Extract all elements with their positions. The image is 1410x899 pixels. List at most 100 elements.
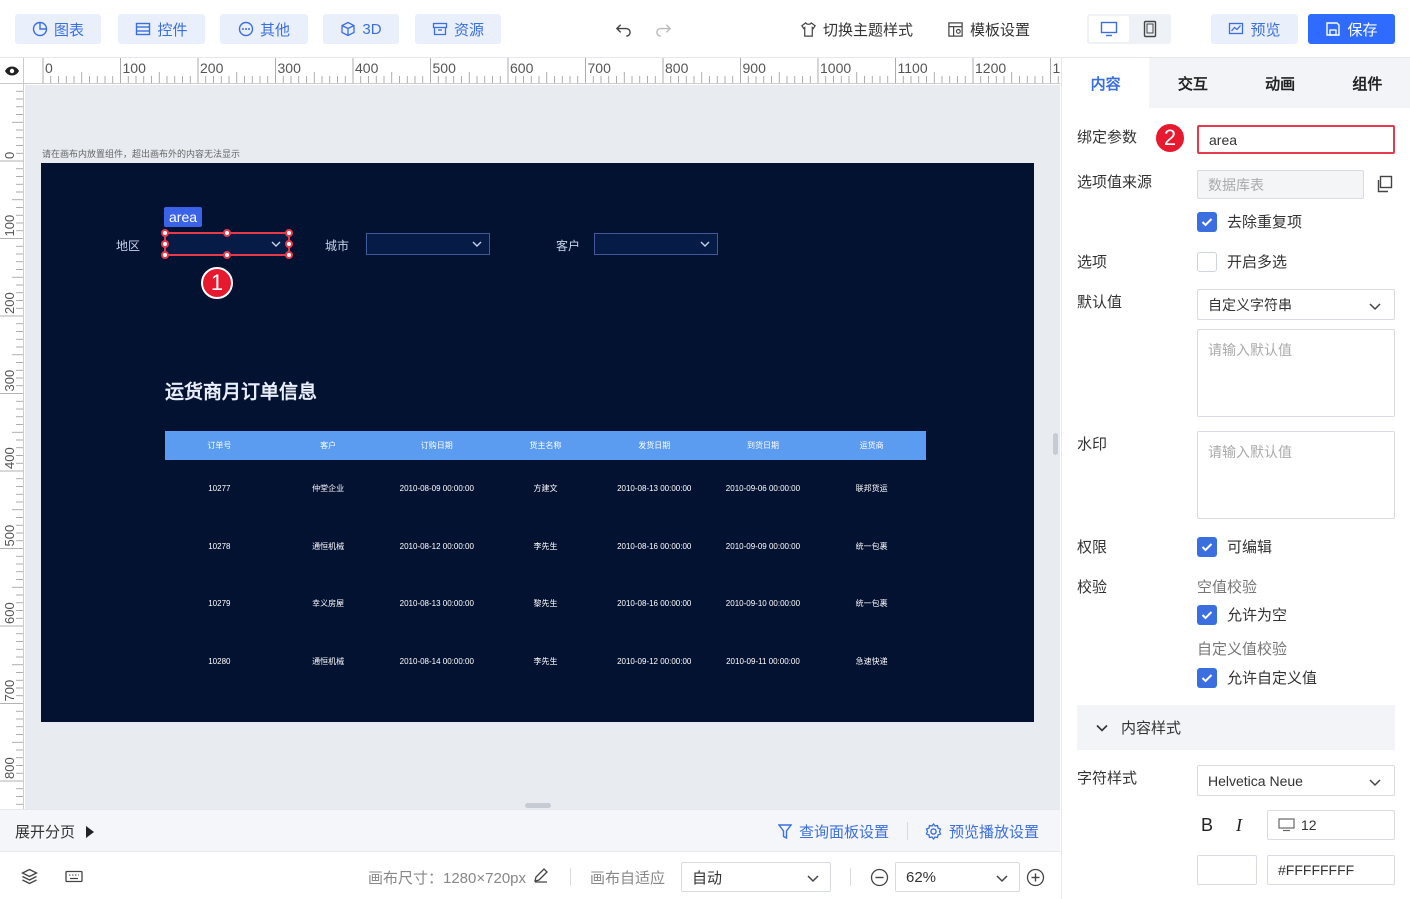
- canvas-adapt-value: 自动: [692, 869, 723, 887]
- vertical-scrollbar[interactable]: [1053, 433, 1058, 455]
- canvas-adapt-select[interactable]: 自动: [681, 862, 831, 892]
- tab-component[interactable]: 组件: [1324, 58, 1410, 108]
- table-cell: 统一包裹: [855, 599, 888, 609]
- desktop-view-button[interactable]: [1089, 16, 1129, 42]
- resize-handle-top-left[interactable]: [161, 229, 169, 237]
- ruler-tick-label: 300: [278, 60, 302, 76]
- table-cell: 2010-09-10 00:00:00: [725, 599, 801, 609]
- default-value-textarea[interactable]: 请输入默认值: [1197, 329, 1395, 417]
- horizontal-ruler: 0 100 200 300 400 500 600 700 800 900 1000 1100 1200…: [24, 58, 1060, 84]
- device-switch: [1087, 14, 1171, 44]
- table-header-cell: 运货商: [859, 441, 884, 450]
- resize-handle-bottom[interactable]: [223, 251, 231, 259]
- font-size-input[interactable]: 12: [1267, 810, 1395, 840]
- italic-button[interactable]: I: [1236, 815, 1242, 836]
- edit-canvas-size-button[interactable]: [533, 867, 549, 888]
- query-panel-settings-button[interactable]: 查询面板设置: [778, 821, 889, 842]
- dashboard-board[interactable]: 地区 area 1 城市 客户 运货商月订单信息 订单号 客户 订购日期 货主名…: [41, 163, 1034, 722]
- keyboard-icon: [65, 870, 83, 883]
- font-color-input[interactable]: #FFFFFFFF: [1267, 855, 1395, 885]
- table-cell: 2010-08-16 00:00:00: [617, 541, 692, 551]
- chevron-down-icon: [1369, 779, 1381, 787]
- default-type-select[interactable]: 自定义字符串: [1197, 289, 1395, 320]
- expand-pages-button[interactable]: 展开分页: [15, 821, 95, 842]
- ruler-tick-label: 800: [665, 60, 689, 76]
- multi-select-checkbox[interactable]: 开启多选: [1197, 251, 1287, 272]
- table-cell: 通恒机械: [312, 541, 345, 551]
- font-color-swatch[interactable]: [1197, 855, 1257, 885]
- resize-handle-left[interactable]: [161, 240, 169, 248]
- resize-handle-top[interactable]: [223, 229, 231, 237]
- city-filter-select[interactable]: [366, 233, 490, 255]
- table-cell: 2010-08-14 00:00:00: [399, 656, 474, 666]
- permission-label: 权限: [1077, 539, 1108, 556]
- layers-button[interactable]: [21, 868, 38, 890]
- 3d-button[interactable]: 3D: [323, 14, 399, 44]
- canvas-adapt-label: 画布自适应: [590, 870, 666, 887]
- keyboard-button[interactable]: [65, 870, 83, 888]
- copy-source-button[interactable]: [1375, 175, 1393, 198]
- option-source-input[interactable]: 数据库表: [1197, 170, 1364, 199]
- widget-button[interactable]: 控件: [118, 14, 205, 44]
- allow-empty-label: 允许为空: [1227, 607, 1288, 624]
- chart-button[interactable]: 图表: [15, 14, 101, 44]
- zoom-select[interactable]: 62%: [895, 862, 1020, 892]
- template-settings-button[interactable]: 模板设置: [947, 14, 1030, 44]
- customer-filter-select[interactable]: [594, 233, 718, 255]
- tab-interaction[interactable]: 交互: [1149, 58, 1236, 108]
- chevron-down-icon: [1096, 724, 1108, 732]
- zoom-out-button[interactable]: [870, 868, 889, 892]
- ruler-tick-label: 100: [2, 215, 17, 237]
- resize-handle-top-right[interactable]: [285, 229, 293, 237]
- ruler-tick-label: 100: [123, 60, 147, 76]
- other-button[interactable]: 其他: [220, 14, 308, 44]
- editable-checkbox[interactable]: 可编辑: [1197, 536, 1272, 557]
- switch-theme-button[interactable]: 切换主题样式: [800, 14, 913, 44]
- zoom-in-button[interactable]: [1026, 868, 1045, 892]
- gear-icon: [925, 823, 942, 840]
- table-cell: 黎先生: [533, 599, 558, 609]
- horizontal-scrollbar[interactable]: [525, 803, 551, 808]
- watermark-textarea[interactable]: 请输入默认值: [1197, 431, 1395, 519]
- table-cell: 方建文: [533, 484, 558, 494]
- font-family-select[interactable]: Helvetica Neue: [1197, 765, 1395, 796]
- order-table[interactable]: 订单号 客户 订购日期 货主名称 发货日期 到货日期 运货商 10277 仲堂企…: [165, 431, 926, 690]
- default-type-value: 自定义字符串: [1208, 296, 1292, 313]
- dedupe-checkbox[interactable]: 去除重复项: [1197, 211, 1302, 232]
- report-title: 运货商月订单信息: [165, 382, 318, 403]
- ruler-tick-label: 500: [2, 525, 17, 547]
- redo-button[interactable]: [655, 14, 672, 44]
- allow-custom-checkbox[interactable]: 允许自定义值: [1197, 667, 1317, 688]
- allow-custom-label: 允许自定义值: [1227, 670, 1318, 687]
- font-family-value: Helvetica Neue: [1208, 772, 1303, 789]
- bold-button[interactable]: B: [1201, 815, 1213, 836]
- resize-handle-bottom-left[interactable]: [161, 251, 169, 259]
- allow-empty-checkbox[interactable]: 允许为空: [1197, 604, 1287, 625]
- table-cell: 联邦货运: [855, 484, 888, 494]
- ruler-visibility-toggle[interactable]: [0, 58, 24, 84]
- preview-button[interactable]: 预览: [1211, 14, 1298, 44]
- resource-button[interactable]: 资源: [415, 14, 501, 44]
- table-row: 10280 通恒机械 2010-08-14 00:00:00 李先生 2010-…: [165, 633, 926, 691]
- content-style-section-toggle[interactable]: 内容样式: [1077, 705, 1395, 750]
- divider: [570, 868, 571, 886]
- checkbox-checked-icon: [1197, 604, 1217, 625]
- resize-handle-right[interactable]: [285, 240, 293, 248]
- font-size-value: 12: [1301, 817, 1317, 833]
- table-cell: 2010-08-09 00:00:00: [399, 484, 474, 494]
- redo-icon: [656, 23, 672, 37]
- tab-animation[interactable]: 动画: [1237, 58, 1324, 108]
- mobile-view-button[interactable]: [1131, 16, 1169, 42]
- copy-icon: [1377, 175, 1393, 193]
- tab-content[interactable]: 内容: [1062, 58, 1150, 108]
- shirt-icon: [801, 21, 816, 37]
- default-value-label: 默认值: [1077, 294, 1123, 311]
- preview-play-settings-button[interactable]: 预览播放设置: [925, 821, 1039, 842]
- bind-param-input[interactable]: area: [1197, 125, 1395, 154]
- save-button[interactable]: 保存: [1308, 14, 1395, 44]
- undo-button[interactable]: [615, 14, 632, 44]
- status-bar: 画布尺寸：1280×720px 画布自适应 自动 62%: [0, 851, 1060, 899]
- ruler-tick-label: 200: [2, 292, 17, 314]
- chart-button-label: 图表: [53, 21, 84, 39]
- resize-handle-bottom-right[interactable]: [285, 251, 293, 259]
